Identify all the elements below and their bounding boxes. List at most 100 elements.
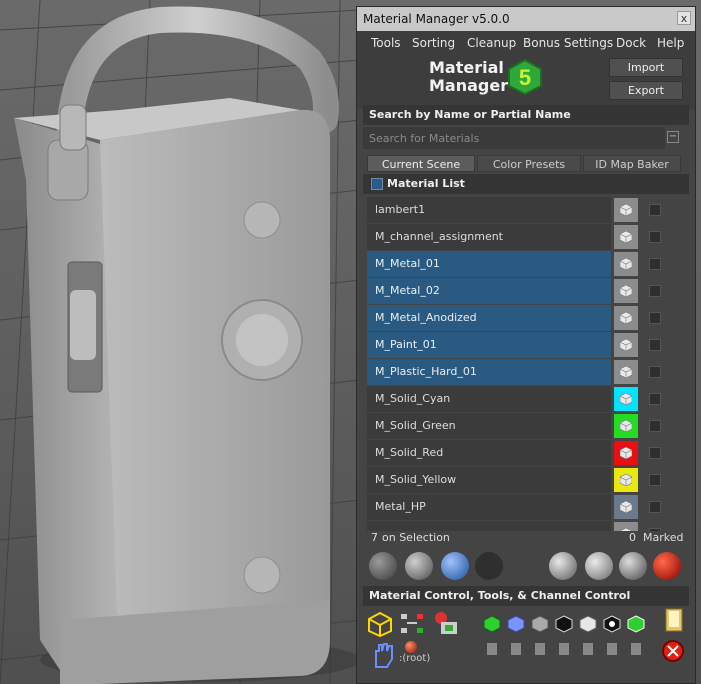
material-mark-checkbox[interactable] [649, 339, 661, 351]
cube-black-icon[interactable] [555, 615, 573, 633]
delete-channel-icon[interactable] [583, 643, 593, 655]
material-name[interactable]: M_Metal_02 [367, 278, 611, 304]
cube-green-icon[interactable] [483, 615, 501, 633]
material-mark-checkbox[interactable] [649, 204, 661, 216]
cube-grey-icon[interactable] [531, 615, 549, 633]
material-row[interactable]: M_Solid_Cyan [367, 386, 681, 412]
root-dot-icon[interactable] [405, 641, 417, 653]
logo-text: Material Manager [429, 59, 509, 95]
material-swatch[interactable] [614, 387, 638, 411]
material-name[interactable]: M_Plastic_Hard_01 [367, 359, 611, 385]
search-input[interactable] [363, 127, 665, 149]
material-cube-icon [620, 393, 632, 405]
material-mark-checkbox[interactable] [649, 393, 661, 405]
cube-blue-icon[interactable] [507, 615, 525, 633]
material-row[interactable]: M_Metal_02 [367, 278, 681, 304]
import-button[interactable]: Import [609, 58, 683, 77]
cube-yellow-icon[interactable] [367, 611, 393, 637]
material-mark-checkbox[interactable] [649, 420, 661, 432]
material-name[interactable]: M_Metal_Anodized [367, 305, 611, 331]
delete-channel-icon[interactable] [487, 643, 497, 655]
material-row[interactable]: M_Metal_Anodized [367, 305, 681, 331]
hand-icon[interactable] [371, 641, 395, 669]
material-row[interactable]: M_Metal_01 [367, 251, 681, 277]
delete-channel-icon[interactable] [559, 643, 569, 655]
channel-eye-icon[interactable] [603, 615, 621, 633]
material-name[interactable]: M_channel_assignment [367, 224, 611, 250]
material-swatch[interactable] [614, 441, 638, 465]
cube-green-white-icon[interactable] [627, 615, 645, 633]
material-swatch[interactable] [614, 198, 638, 222]
material-assign-icon[interactable] [431, 610, 461, 638]
sphere-refresh-icon[interactable] [549, 552, 577, 580]
close-button[interactable]: x [677, 11, 691, 25]
material-row[interactable]: lambert1 [367, 197, 681, 223]
collapse-search-button[interactable]: − [667, 131, 679, 143]
delete-red-x-icon[interactable] [661, 639, 685, 663]
material-cube-icon [620, 258, 632, 270]
material-name[interactable]: M_Solid_Red [367, 440, 611, 466]
material-row[interactable]: M_Solid_Green [367, 413, 681, 439]
material-row[interactable]: M_Solid_Red [367, 440, 681, 466]
sphere-grey-icon[interactable] [369, 552, 397, 580]
material-row[interactable]: M_channel_assignment [367, 224, 681, 250]
tab-id-map-baker[interactable]: ID Map Baker [583, 155, 681, 172]
menu-help[interactable]: Help [657, 31, 684, 55]
cube-white-icon[interactable] [579, 615, 597, 633]
material-mark-checkbox[interactable] [649, 366, 661, 378]
node-graph-icon[interactable] [399, 611, 425, 637]
material-swatch[interactable] [614, 468, 638, 492]
material-mark-checkbox[interactable] [649, 447, 661, 459]
material-mark-checkbox[interactable] [649, 474, 661, 486]
tab-current-scene[interactable]: Current Scene [367, 155, 475, 172]
material-row[interactable]: M_Plastic_Hard_01 [367, 359, 681, 385]
material-name[interactable]: M_Metal_01 [367, 251, 611, 277]
material-swatch[interactable] [614, 252, 638, 276]
control-header: Material Control, Tools, & Channel Contr… [363, 586, 689, 606]
delete-channel-icon[interactable] [535, 643, 545, 655]
material-swatch[interactable] [614, 360, 638, 384]
menu-bonus-settings[interactable]: Bonus Settings [523, 31, 613, 55]
material-swatch[interactable] [614, 333, 638, 357]
export-button[interactable]: Export [609, 81, 683, 100]
delete-channel-icon[interactable] [607, 643, 617, 655]
material-cube-icon [620, 204, 632, 216]
material-name[interactable]: M_Solid_Cyan [367, 386, 611, 412]
material-mark-checkbox[interactable] [649, 231, 661, 243]
menu-cleanup[interactable]: Cleanup [467, 31, 516, 55]
material-row[interactable]: M_Paint_01 [367, 332, 681, 358]
material-swatch[interactable] [614, 495, 638, 519]
material-mark-checkbox[interactable] [649, 258, 661, 270]
folder-icon[interactable] [663, 607, 685, 633]
menu-sorting[interactable]: Sorting [412, 31, 455, 55]
material-name[interactable]: lambert1 [367, 197, 611, 223]
delete-channel-icon[interactable] [511, 643, 521, 655]
menu-dock[interactable]: Dock [616, 31, 646, 55]
material-swatch[interactable] [614, 522, 638, 531]
material-name[interactable]: M_Paint_01 [367, 332, 611, 358]
sphere-dark-icon[interactable] [475, 552, 503, 580]
material-row[interactable]: Metal_HP [367, 494, 681, 520]
material-row[interactable] [367, 521, 681, 531]
material-name[interactable]: Metal_HP [367, 494, 611, 520]
material-row[interactable]: M_Solid_Yellow [367, 467, 681, 493]
delete-channel-icon[interactable] [631, 643, 641, 655]
sphere-blue-swirl-icon[interactable] [441, 552, 469, 580]
material-swatch[interactable] [614, 279, 638, 303]
tab-color-presets[interactable]: Color Presets [477, 155, 581, 172]
window-titlebar[interactable]: Material Manager v5.0.0 x [357, 7, 695, 31]
material-mark-checkbox[interactable] [649, 285, 661, 297]
menu-tools[interactable]: Tools [371, 31, 401, 55]
material-name[interactable]: M_Solid_Green [367, 413, 611, 439]
sphere-light-icon[interactable] [405, 552, 433, 580]
material-swatch[interactable] [614, 225, 638, 249]
trash-red-icon[interactable] [653, 552, 681, 580]
material-swatch[interactable] [614, 306, 638, 330]
magnifier-icon[interactable] [585, 552, 613, 580]
eyedropper-icon[interactable] [619, 552, 647, 580]
material-name[interactable] [367, 521, 611, 531]
material-swatch[interactable] [614, 414, 638, 438]
material-mark-checkbox[interactable] [649, 312, 661, 324]
material-mark-checkbox[interactable] [649, 501, 661, 513]
material-name[interactable]: M_Solid_Yellow [367, 467, 611, 493]
